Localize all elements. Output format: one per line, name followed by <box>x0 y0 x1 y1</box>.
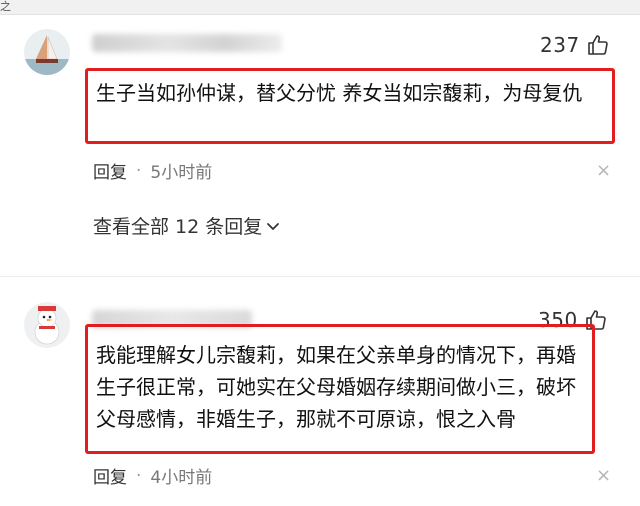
view-all-replies-label: 查看全部 12 条回复 <box>93 216 263 238</box>
comment-text: 我能理解女儿宗馥莉，如果在父亲单身的情况下，再婚生子很正常，可她实在父母婚姻存续… <box>96 343 576 431</box>
reply-button[interactable]: 回复 <box>93 463 127 488</box>
comment-time: 5小时前 <box>150 163 213 183</box>
window-top-bar: 之 <box>0 0 640 15</box>
like-count: 237 <box>540 33 580 57</box>
top-bar-glyph: 之 <box>0 0 11 13</box>
comment-text: 生子当如孙仲谋，替父分忧 养女当如宗馥莉，为母复仇 <box>96 81 583 105</box>
close-icon[interactable]: × <box>596 162 611 180</box>
chevron-down-icon <box>267 222 280 230</box>
like-button[interactable]: 237 <box>540 32 610 58</box>
thumbs-up-icon <box>587 35 608 55</box>
meta-separator: · <box>136 160 142 181</box>
view-all-replies-button[interactable]: 查看全部 12 条回复 <box>93 212 280 239</box>
close-icon[interactable]: × <box>596 467 611 485</box>
comment-text-highlighted: 生子当如孙仲谋，替父分忧 养女当如宗馥莉，为母复仇 <box>85 68 615 144</box>
meta-separator: · <box>136 465 142 486</box>
reply-button[interactable]: 回复 <box>93 158 127 183</box>
comment-meta: 回复 · 4小时前 <box>93 463 213 489</box>
comment-time: 4小时前 <box>150 468 213 488</box>
username-blurred[interactable] <box>92 34 282 52</box>
comment-divider <box>0 276 640 277</box>
comment-meta: 回复 · 5小时前 <box>93 158 213 184</box>
snowman-avatar-icon[interactable] <box>24 302 70 348</box>
sailboat-avatar-icon[interactable] <box>24 29 70 75</box>
comment-text-highlighted: 我能理解女儿宗馥莉，如果在父亲单身的情况下，再婚生子很正常，可她实在父母婚姻存续… <box>85 324 595 454</box>
